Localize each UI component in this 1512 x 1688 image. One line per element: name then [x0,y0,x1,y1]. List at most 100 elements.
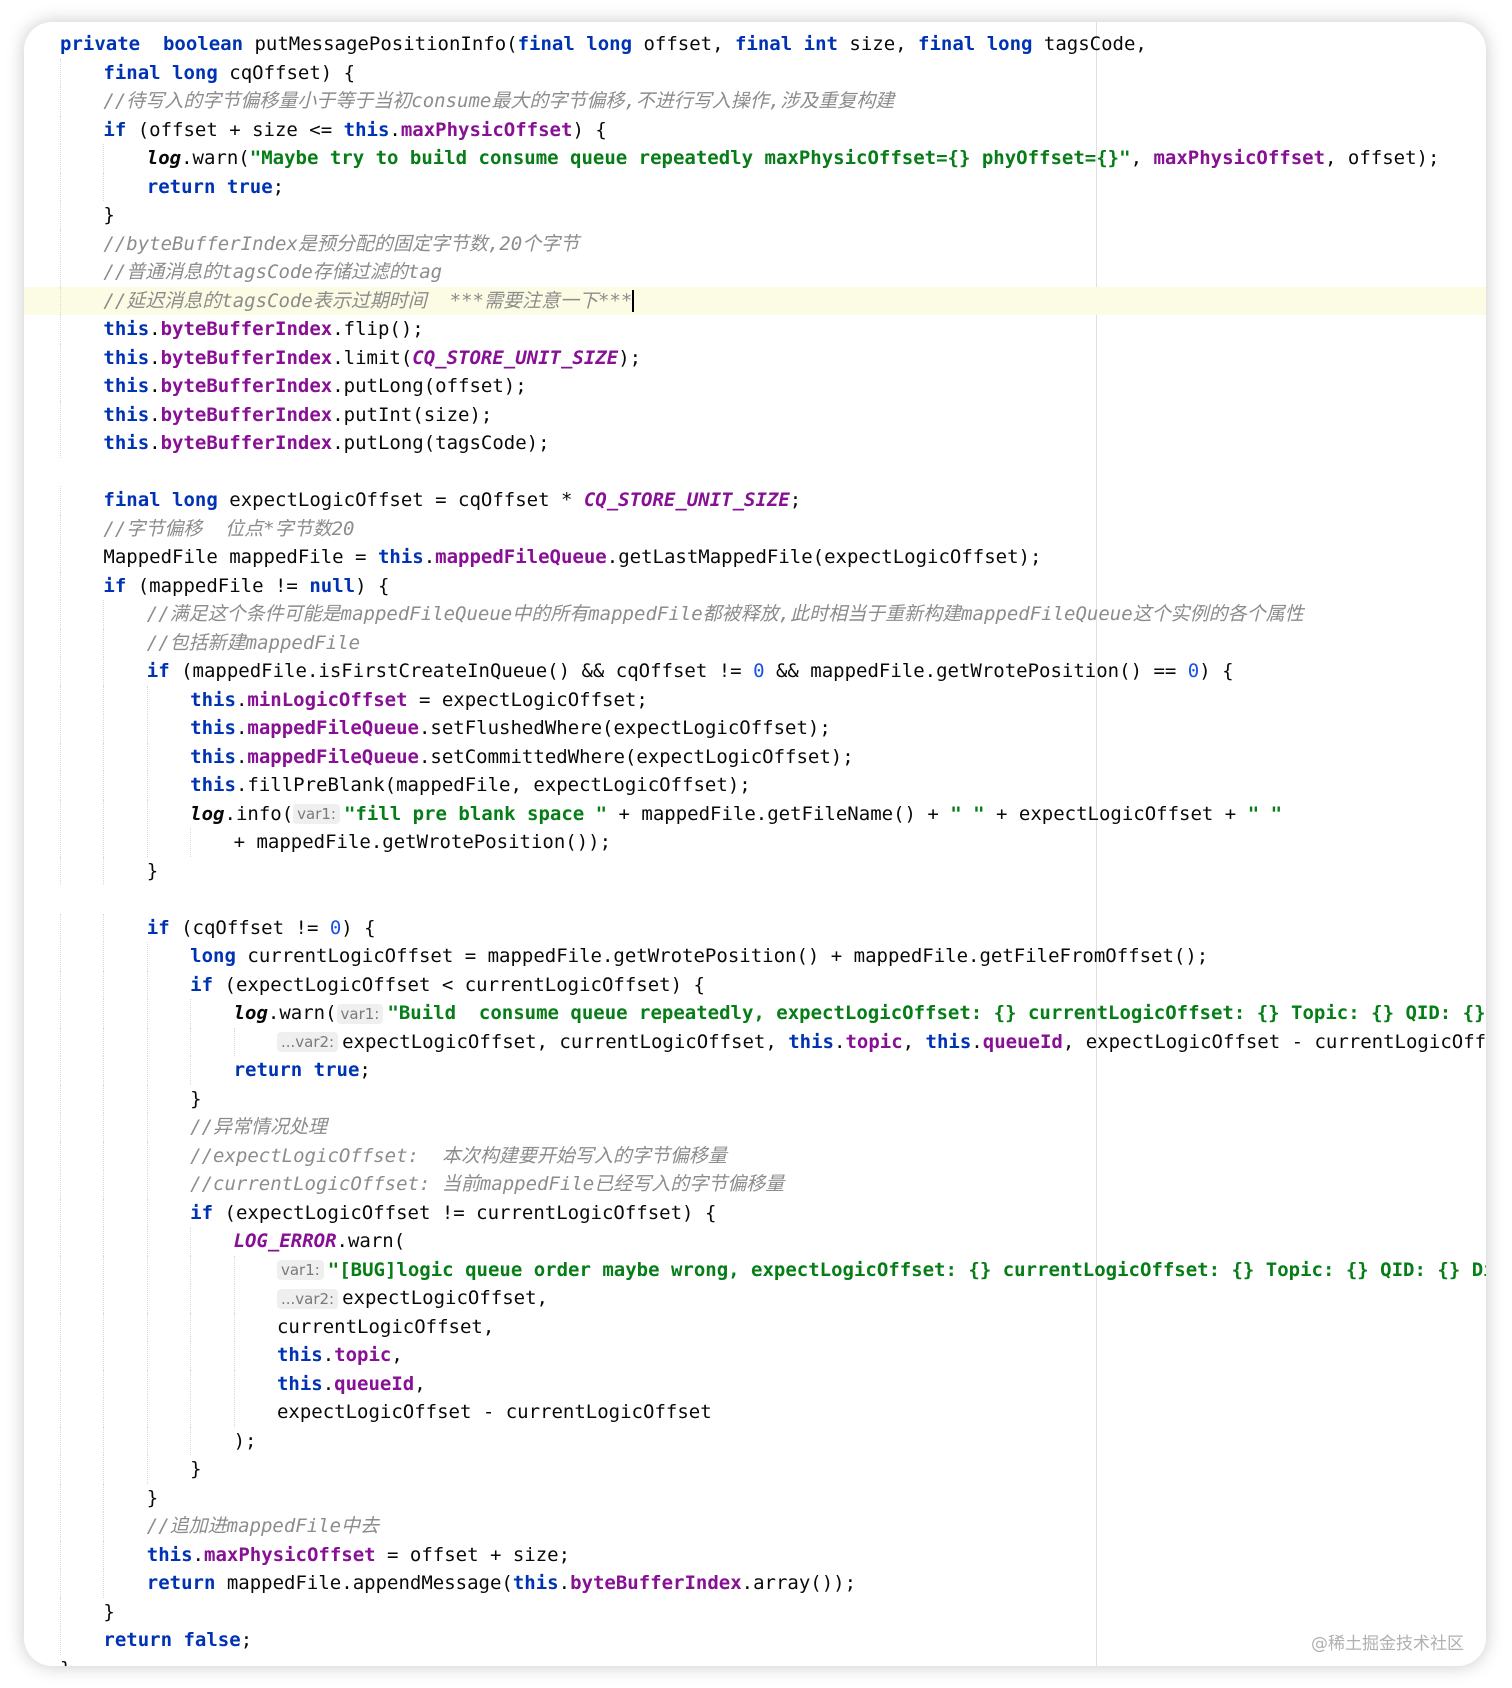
code-line[interactable]: this.byteBufferIndex.flip(); [60,315,1486,344]
code-line[interactable]: final long expectLogicOffset = cqOffset … [60,486,1486,515]
code-line[interactable]: } [60,201,1486,230]
code-line[interactable]: //普通消息的tagsCode存储过滤的tag [60,258,1486,287]
code-line[interactable]: //满足这个条件可能是mappedFileQueue中的所有mappedFile… [60,600,1486,629]
code-line[interactable]: this.byteBufferIndex.limit(CQ_STORE_UNIT… [60,343,1486,373]
code-line[interactable]: //异常情况处理 [60,1113,1486,1142]
code-line[interactable]: + mappedFile.getWrotePosition()); [60,828,1486,857]
code-line[interactable]: var1: "[BUG]logic queue order maybe wrong… [60,1255,1486,1285]
code-line[interactable]: this.mappedFileQueue.setCommittedWhere(e… [60,742,1486,772]
code-line[interactable]: this.maxPhysicOffset = offset + size; [60,1540,1486,1570]
code-line[interactable]: } [60,1455,1486,1484]
code-token: cqOffset) { [217,61,356,84]
code-token: this [377,546,424,568]
indent-guide [146,1312,190,1342]
indent-guide [190,1369,233,1399]
code-line[interactable]: this.fillPreBlank(mappedFile, expectLogi… [60,771,1486,800]
code-line[interactable]: log.warn(var1: "Build consume queue repea… [60,999,1486,1028]
indent-guide [146,1227,190,1256]
code-line[interactable]: this.mappedFileQueue.setFlushedWhere(exp… [60,714,1486,743]
code-line[interactable]: //byteBufferIndex是预分配的固定字节数,20个字节 [60,229,1486,259]
code-line[interactable]: this.byteBufferIndex.putInt(size); [60,400,1486,430]
code-line[interactable]: log.warn("Maybe try to build consume que… [60,144,1486,173]
code-token: LOG_ERROR [233,1230,337,1252]
indent-guide [60,942,103,971]
code-token: long [586,33,633,55]
code-line[interactable]: //待写入的字节偏移量小于等于当初consume最大的字节偏移,不进行写入操作,… [60,87,1486,116]
code-line[interactable]: return true; [60,172,1486,202]
code-line[interactable]: LOG_ERROR.warn( [60,1227,1486,1256]
code-line[interactable]: ); [60,1426,1486,1456]
code-line[interactable]: return false; [60,1626,1486,1655]
code-token: byteBufferIndex [160,403,333,426]
indent-guide [233,1027,277,1057]
code-line[interactable]: this.byteBufferIndex.putLong(offset); [60,372,1486,401]
code-token: byteBufferIndex [160,346,333,369]
text-caret [632,290,635,312]
indent-guide [190,1255,233,1285]
code-line[interactable]: this.topic, [60,1341,1486,1370]
code-line[interactable]: this.byteBufferIndex.putLong(tagsCode); [60,429,1486,458]
code-line[interactable]: if (mappedFile != null) { [60,571,1486,601]
code-line[interactable]: } [60,1597,1486,1627]
code-line[interactable]: //包括新建mappedFile [60,628,1486,658]
code-line[interactable]: long currentLogicOffset = mappedFile.get… [60,942,1486,971]
code-line[interactable]: //currentLogicOffset: 当前mappedFile已经写入的字… [60,1170,1486,1199]
code-token: log [233,1002,268,1024]
code-token: 0 [329,916,342,939]
code-line[interactable]: //追加进mappedFile中去 [60,1512,1486,1541]
code-token: this [276,1344,323,1366]
code-line[interactable]: if (cqOffset != 0) { [60,913,1486,943]
code-line[interactable]: this.minLogicOffset = expectLogicOffset; [60,685,1486,715]
code-line[interactable]: ...var2: expectLogicOffset, [60,1284,1486,1313]
indent-guide [103,1455,146,1484]
code-token: this [190,717,236,739]
indent-guide [60,1084,103,1114]
indent-guide [103,942,146,971]
code-line[interactable]: private boolean putMessagePositionInfo(f… [60,30,1486,59]
code-line[interactable]: this.queueId, [60,1369,1486,1399]
parameter-hint: var1: [276,1260,324,1280]
indent-guide [60,87,103,116]
indent-guide [60,999,103,1028]
parameter-hint: ...var2: [276,1032,339,1052]
code-token: if [190,1201,214,1224]
code-token: expectLogicOffset = cqOffset * [217,489,584,511]
code-token: //currentLogicOffset: 当前mappedFile已经写入的字… [190,1173,785,1195]
code-line[interactable] [60,458,1486,487]
indent-guide [103,1540,146,1570]
code-line[interactable]: expectLogicOffset - currentLogicOffset [60,1398,1486,1427]
code-line[interactable]: } [60,1084,1486,1114]
code-line[interactable]: MappedFile mappedFile = this.mappedFileQ… [60,543,1486,572]
code-line[interactable] [60,885,1486,914]
code-token: final [103,489,161,511]
code-line[interactable]: //expectLogicOffset: 本次构建要开始写入的字节偏移量 [60,1141,1486,1171]
code-token: maxPhysicOffset [204,1543,376,1566]
code-line[interactable]: if (expectLogicOffset != currentLogicOff… [60,1198,1486,1228]
indent-guide [60,1255,103,1285]
code-line[interactable]: return true; [60,1056,1486,1085]
code-token: final [103,61,161,84]
code-line[interactable]: //字节偏移 位点*字节数20 [60,514,1486,544]
code-line[interactable]: if (expectLogicOffset < currentLogicOffs… [60,970,1486,1000]
code-area[interactable]: private boolean putMessagePositionInfo(f… [24,30,1486,1667]
code-token: .setFlushedWhere(expectLogicOffset); [418,717,831,739]
code-line[interactable]: return mappedFile.appendMessage(this.byt… [60,1569,1486,1598]
code-line[interactable]: } [60,856,1486,886]
code-line[interactable]: //延迟消息的tagsCode表示过期时间 ***需要注意一下*** [24,286,1486,315]
indent-guide [60,1569,103,1598]
code-token: this [146,1543,193,1566]
indent-guide [146,1284,190,1313]
code-line[interactable]: } [60,1655,1486,1667]
code-line[interactable]: if (offset + size <= this.maxPhysicOffse… [60,115,1486,145]
code-line[interactable]: currentLogicOffset, [60,1312,1486,1342]
code-token: . [833,1030,846,1053]
code-line[interactable]: final long cqOffset) { [60,58,1486,88]
indent-guide [103,144,146,173]
code-line[interactable]: log.info(var1: "fill pre blank space " + … [60,799,1486,829]
code-token: final [918,33,976,55]
code-line[interactable]: ...var2: expectLogicOffset, currentLogicO… [60,1027,1486,1057]
code-line[interactable]: if (mappedFile.isFirstCreateInQueue() &&… [60,657,1486,686]
code-token: false [183,1629,241,1651]
indent-guide [190,1284,233,1313]
code-line[interactable]: } [60,1483,1486,1513]
